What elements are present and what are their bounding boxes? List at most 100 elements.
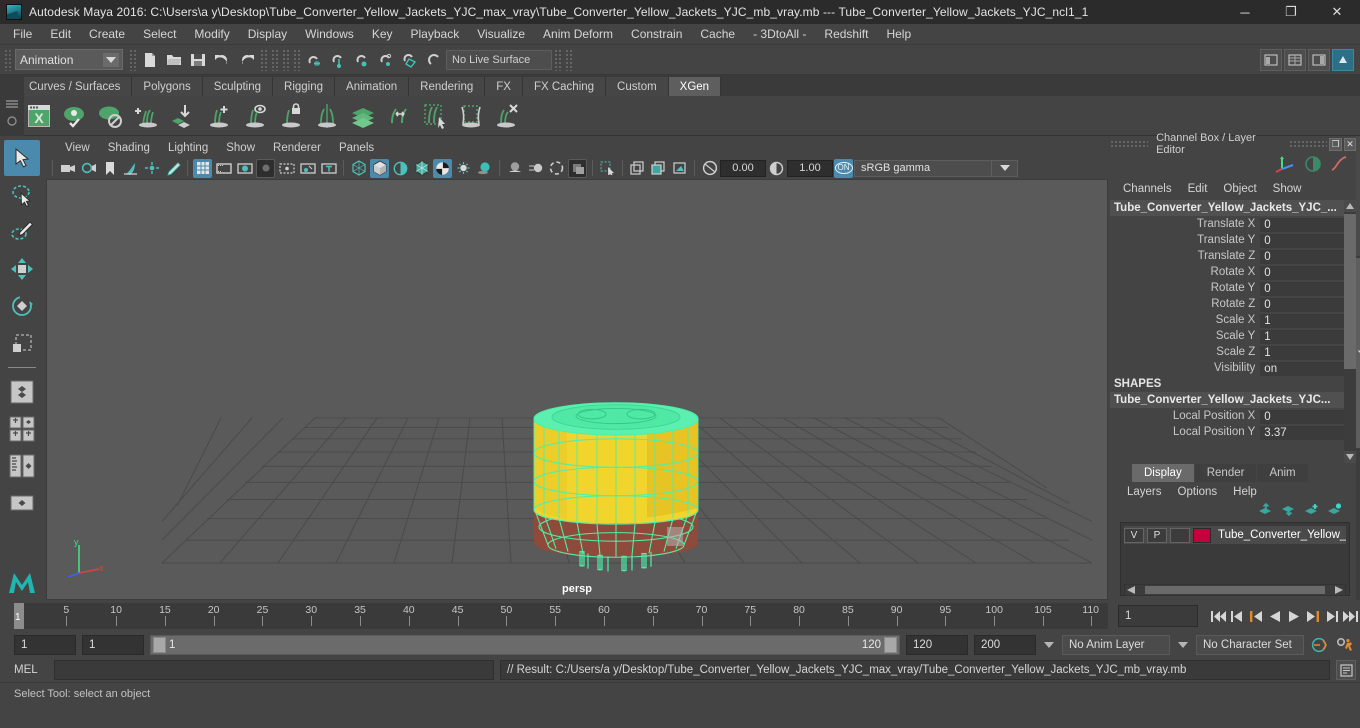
smooth-shade-all-icon[interactable]	[370, 158, 389, 178]
resolution-gate-icon[interactable]	[235, 159, 254, 178]
scroll-right-arrow-icon[interactable]	[1335, 586, 1344, 594]
channel-box-toggle-icon[interactable]	[1284, 48, 1306, 71]
paint-select-tool[interactable]	[4, 214, 40, 250]
channel-value[interactable]: 0	[1260, 296, 1345, 312]
side-tab-channel-box[interactable]: Channel Box / Layer Editor	[1356, 258, 1360, 448]
select-camera-icon[interactable]	[58, 159, 77, 178]
command-input[interactable]	[54, 660, 494, 680]
save-scene-icon[interactable]	[186, 48, 210, 72]
screen-space-ao-icon[interactable]	[505, 159, 524, 178]
layer-visibility-toggle[interactable]: V	[1124, 527, 1144, 543]
menu-visualize[interactable]: Visualize	[468, 25, 534, 43]
viewport-menu-lighting[interactable]: Lighting	[159, 141, 217, 155]
statusline-grip[interactable]	[4, 48, 12, 71]
channel-row[interactable]: Scale Z 1	[1110, 344, 1345, 360]
wireframe-on-shaded-icon[interactable]	[412, 159, 431, 178]
xgen-region-select-icon[interactable]	[418, 99, 452, 133]
xgen-move-guide-icon[interactable]	[382, 99, 416, 133]
menu-key[interactable]: Key	[363, 25, 402, 43]
menu-constrain[interactable]: Constrain	[622, 25, 691, 43]
tool-settings-toggle-icon[interactable]	[1332, 48, 1354, 71]
viewport-menu-show[interactable]: Show	[217, 141, 264, 155]
xgen-import-collection-icon[interactable]	[166, 99, 200, 133]
xgen-add-description-icon[interactable]	[130, 99, 164, 133]
shelf-tab-rendering[interactable]: Rendering	[409, 77, 486, 96]
xgen-select-guide-icon[interactable]	[238, 99, 272, 133]
viewport-menu-renderer[interactable]: Renderer	[264, 141, 330, 155]
channel-menu-show[interactable]: Show	[1266, 182, 1309, 196]
toolbar-grip-1[interactable]	[129, 48, 136, 71]
snap-projected-center-icon[interactable]	[374, 48, 398, 72]
layer-color-swatch[interactable]	[1193, 527, 1211, 543]
menu-windows[interactable]: Windows	[296, 25, 363, 43]
xray-joints-icon[interactable]	[649, 159, 668, 178]
make-live-icon[interactable]	[422, 48, 446, 72]
menu-file[interactable]: File	[4, 25, 41, 43]
depth-of-field-icon[interactable]	[568, 158, 587, 178]
camera-attributes-icon[interactable]	[79, 159, 98, 178]
redo-icon[interactable]	[234, 48, 258, 72]
multisample-icon[interactable]	[547, 159, 566, 178]
layer-horizontal-scrollbar[interactable]	[1124, 584, 1347, 596]
xgen-preview-icon[interactable]	[58, 99, 92, 133]
xgen-add-guide-icon[interactable]	[202, 99, 236, 133]
channel-row[interactable]: Translate X 0	[1110, 216, 1345, 232]
transform-axes-icon[interactable]	[1274, 155, 1296, 176]
menu-display[interactable]: Display	[239, 25, 296, 43]
use-lights-icon[interactable]	[454, 159, 473, 178]
isolate-select-icon[interactable]	[598, 159, 617, 178]
channel-value[interactable]: 3.37	[1260, 424, 1345, 440]
texture-shading-icon[interactable]	[433, 158, 452, 178]
live-surface-field[interactable]: No Live Surface	[446, 49, 552, 70]
layer-menu-options[interactable]: Options	[1171, 485, 1225, 499]
anim-layer-chevron-down-icon[interactable]	[1042, 635, 1056, 655]
channel-value[interactable]: 1	[1260, 312, 1345, 328]
menu-cache[interactable]: Cache	[691, 25, 744, 43]
menu-edit[interactable]: Edit	[41, 25, 80, 43]
chevron-down-icon[interactable]	[103, 53, 119, 67]
grid-toggle-icon[interactable]	[193, 158, 212, 178]
snap-grid-icon[interactable]	[302, 48, 326, 72]
channel-row[interactable]: Translate Z 0	[1110, 248, 1345, 264]
channel-menu-edit[interactable]: Edit	[1181, 182, 1215, 196]
grease-pencil-icon[interactable]	[163, 159, 182, 178]
menu-redshift[interactable]: Redshift	[815, 25, 877, 43]
channel-box-scroll-area[interactable]: Tube_Converter_Yellow_Jackets_YJC_... Tr…	[1110, 200, 1357, 463]
viewport-menu-panels[interactable]: Panels	[330, 141, 383, 155]
anim-end-time-field[interactable]: 200	[974, 635, 1036, 655]
xray-active-components-icon[interactable]	[670, 159, 689, 178]
menu-create[interactable]: Create	[80, 25, 134, 43]
menu-set-selector[interactable]: Animation	[15, 49, 123, 70]
layer-scroll-thumb[interactable]	[1145, 586, 1326, 594]
deformer-icon[interactable]	[1304, 155, 1322, 176]
channel-row[interactable]: Local Position X 0	[1110, 408, 1345, 424]
shelf-tab-fx[interactable]: FX	[485, 77, 523, 96]
shelf-tab-rigging[interactable]: Rigging	[273, 77, 336, 96]
command-language-label[interactable]: MEL	[14, 664, 48, 676]
attribute-editor-toggle-icon[interactable]	[1308, 48, 1330, 71]
color-profile-chevron-down-icon[interactable]	[992, 159, 1018, 177]
auto-key-icon[interactable]	[1310, 634, 1329, 656]
xgen-window-icon[interactable]: X	[22, 99, 56, 133]
range-slider-bar[interactable]: 1 120	[150, 635, 900, 655]
toolbar-grip-3[interactable]	[271, 48, 278, 71]
channel-row[interactable]: Scale X 1	[1110, 312, 1345, 328]
step-back-frame-icon[interactable]	[1227, 605, 1246, 627]
move-tool[interactable]	[4, 251, 40, 287]
shelf-tab-fx-caching[interactable]: FX Caching	[522, 77, 607, 96]
menu-modify[interactable]: Modify	[185, 25, 238, 43]
new-layer-icon[interactable]	[1304, 503, 1319, 519]
channel-row[interactable]: Translate Y 0	[1110, 232, 1345, 248]
channel-row[interactable]: Rotate X 0	[1110, 264, 1345, 280]
xgen-disable-preview-icon[interactable]	[94, 99, 128, 133]
xgen-clear-region-icon[interactable]	[454, 99, 488, 133]
menu-select[interactable]: Select	[134, 25, 185, 43]
toolbar-grip-7[interactable]	[565, 48, 572, 71]
shelf-tab-polygons[interactable]: Polygons	[132, 77, 203, 96]
time-slider-track[interactable]: 5 10 15 20 25 30 35 40 45 50 55 60 65 70…	[24, 603, 1108, 629]
wireframe-shading-icon[interactable]	[349, 159, 368, 178]
select-tool[interactable]	[4, 140, 40, 176]
snap-view-plane-icon[interactable]	[398, 48, 422, 72]
xgen-delete-guide-icon[interactable]	[490, 99, 524, 133]
color-management-toggle-icon[interactable]: ON	[834, 158, 853, 178]
